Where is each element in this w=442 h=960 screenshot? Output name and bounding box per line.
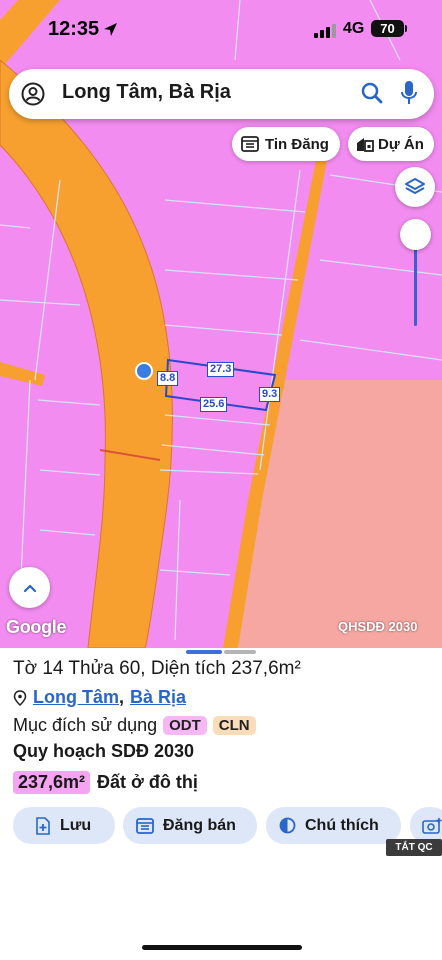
small-road [0, 362, 45, 386]
city-link[interactable]: Bà Rịa [130, 687, 186, 708]
agri-land-zone [232, 380, 442, 648]
measure-right: 9.3 [259, 387, 281, 402]
plan-title: Quy hoạch SDĐ 2030 [13, 741, 195, 761]
hide-ads-button[interactable]: TẮT QC [386, 839, 442, 856]
google-logo: Google [6, 617, 67, 637]
post-sale-button-label: Đăng bán [163, 816, 236, 834]
location-dot [137, 364, 151, 378]
save-button-label: Lưu [60, 816, 92, 834]
legend-button-label: Chú thích [305, 816, 379, 834]
search-icon[interactable] [361, 82, 383, 104]
purpose-label: Mục đích sử dụng [13, 715, 158, 735]
signal-icon [314, 22, 336, 38]
main-road [0, 59, 173, 648]
measure-top: 27.3 [207, 362, 235, 377]
projects-chip-label: Dự Án [378, 135, 424, 153]
battery-level: 70 [380, 21, 395, 36]
mic-icon[interactable] [400, 80, 418, 106]
opacity-slider-handle[interactable] [400, 219, 431, 250]
measure-left: 8.8 [157, 371, 179, 386]
camera-add-icon [422, 818, 442, 834]
area-badge: 237,6m² [13, 771, 91, 794]
map-layer-label: QHSDĐ 2030 [338, 619, 418, 634]
purpose-tag-odt: ODT [163, 716, 207, 735]
network-label: 4G [343, 20, 365, 37]
area-row: 237,6m² Đất ở đô thị [13, 771, 198, 794]
layers-button[interactable] [395, 167, 435, 207]
area-description: Đất ở đô thị [97, 772, 198, 792]
save-doc-icon [36, 816, 50, 835]
battery-tip [405, 25, 407, 32]
measure-bottom: 25.6 [200, 397, 228, 412]
sheet-handle-active[interactable] [186, 650, 222, 654]
sheet-handle-inactive[interactable] [224, 650, 256, 654]
location-separator: , [119, 687, 125, 707]
contrast-icon [279, 817, 296, 834]
purpose-tag-cln: CLN [212, 716, 256, 735]
building-icon [357, 138, 374, 152]
expand-up-button[interactable] [9, 567, 50, 608]
listings-chip[interactable]: Tin Đăng [232, 127, 340, 161]
chevron-up-icon [23, 584, 36, 592]
save-button[interactable]: Lưu [13, 807, 115, 844]
listings-chip-label: Tin Đăng [265, 135, 329, 153]
post-sale-button[interactable]: Đăng bán [123, 807, 257, 844]
ward-link[interactable]: Long Tâm [33, 687, 119, 708]
layers-icon [405, 178, 425, 194]
legend-button[interactable]: Chú thích [266, 807, 401, 844]
listing-icon [136, 817, 154, 834]
battery-icon: 70 [371, 20, 404, 37]
action-buttons: Lưu Đăng bán Chú thích [13, 807, 442, 845]
location-arrow-icon [104, 23, 117, 36]
status-time: 12:35 [48, 18, 100, 40]
projects-chip[interactable]: Dự Án [348, 127, 434, 161]
status-bar: 12:35 4G 70 [0, 0, 442, 58]
listing-icon [241, 136, 259, 152]
purpose-row: Mục đích sử dụng ODT CLN [13, 715, 256, 736]
parcel-info-sheet: Tờ 14 Thửa 60, Diện tích 237,6m² Long Tâ… [0, 648, 442, 960]
parcel-title: Tờ 14 Thửa 60, Diện tích 237,6m² [13, 658, 301, 679]
search-query[interactable]: Long Tâm, Bà Rịa [62, 81, 231, 104]
search-bar[interactable]: Long Tâm, Bà Rịa [9, 69, 434, 119]
location-row: Long Tâm , Bà Rịa [13, 687, 186, 708]
home-indicator[interactable] [142, 945, 302, 950]
pin-icon [13, 689, 27, 706]
account-icon[interactable] [21, 82, 45, 106]
